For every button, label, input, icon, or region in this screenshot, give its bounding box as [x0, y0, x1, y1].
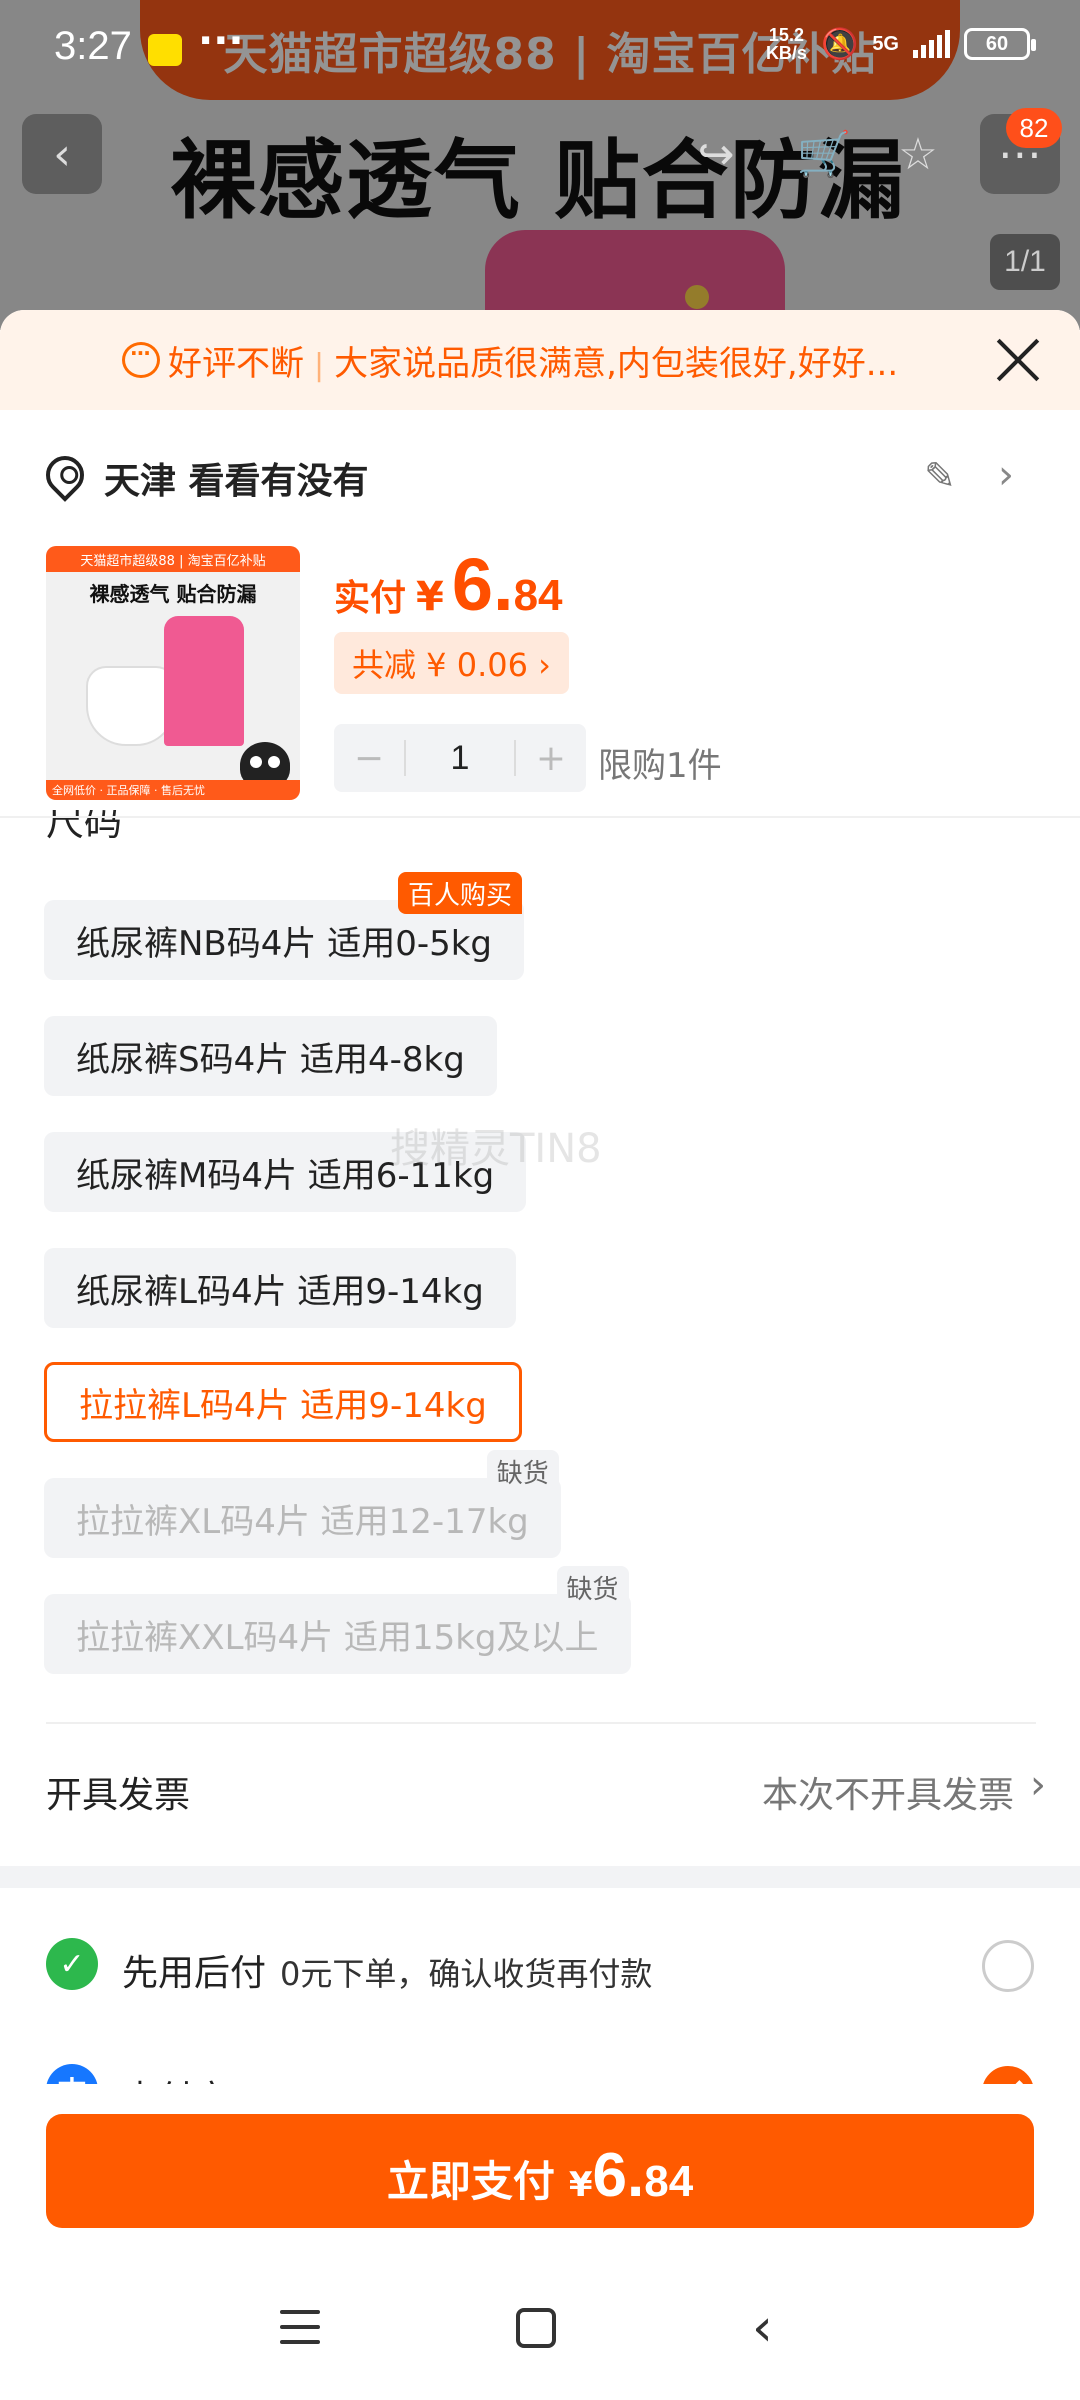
app-notification-icon: [148, 34, 182, 66]
share-button[interactable]: ↪: [676, 114, 756, 194]
sku-label: 纸尿裤NB码4片 适用0-5kg: [76, 923, 493, 964]
thumbnail-footer: 全网低价 · 正品保障 · 售后无忧: [46, 780, 300, 800]
price-label: 实付: [334, 578, 407, 619]
payment-name: 支付宝: [122, 2070, 230, 2084]
image-counter: 1/1: [990, 234, 1060, 290]
price-currency: ¥: [416, 574, 444, 620]
signal-icon: [913, 30, 950, 58]
out-of-stock-tag: 缺货: [486, 1450, 559, 1492]
payment-description: 0元下单，确认收货再付款: [280, 1955, 653, 1993]
location-pin-icon: [38, 448, 92, 502]
sku-selection-sheet: 好评不断 |大家说品质很满意,内包装很好,好好... 天津 看看有没有 ✎ › 天…: [0, 310, 1080, 2400]
pay-button-amount-decimal: 84: [644, 2157, 694, 2206]
cart-icon: 🛒: [796, 129, 852, 180]
delivery-address-row[interactable]: 天津 看看有没有 ✎ ›: [0, 440, 1080, 520]
pay-button-amount-integer: 6.: [592, 2141, 645, 2210]
mute-icon: 🔕: [820, 27, 859, 61]
divider: [0, 816, 1080, 818]
more-notifications-icon: ···: [198, 18, 244, 64]
sku-option[interactable]: 纸尿裤S码4片 适用4-8kg: [44, 1016, 497, 1096]
network-speed-value: 15.2: [768, 25, 804, 45]
product-thumbnail[interactable]: 天猫超市超级88 | 淘宝百亿补贴 裸感透气 贴合防漏 全网低价 · 正品保障 …: [46, 546, 300, 800]
recent-apps-button[interactable]: [280, 2310, 320, 2344]
edit-icon[interactable]: ✎: [924, 454, 964, 498]
battery-icon: 60: [964, 28, 1036, 60]
system-back-button[interactable]: ‹: [752, 2302, 773, 2354]
sku-label: 拉拉裤L码4片 适用9-14kg: [79, 1385, 487, 1426]
payment-option-pay-later[interactable]: ✓ 先用后付 0元下单，确认收货再付款: [0, 1924, 1080, 2004]
section-gap: [0, 1866, 1080, 1888]
diaper-image: [86, 666, 176, 746]
star-icon: ☆: [898, 128, 938, 180]
sku-label: 拉拉裤XXL码4片 适用15kg及以上: [76, 1617, 599, 1658]
pay-button-currency: ¥: [568, 2165, 593, 2205]
review-text: 好评不断 | 大家说品质很满意,内包装很好,好好...: [168, 336, 898, 385]
more-button[interactable]: ⋯ 82: [980, 108, 1062, 194]
discount-badge[interactable]: 共减 ¥ 0.06 ›: [334, 632, 569, 694]
invoice-label: 开具发票: [46, 1775, 191, 1816]
increase-button[interactable]: +: [516, 738, 586, 779]
pay-now-button[interactable]: 立即支付 ¥ 6. 84: [46, 2114, 1034, 2228]
thumbnail-title: 裸感透气 贴合防漏: [89, 582, 257, 606]
quantity-value[interactable]: 1: [404, 740, 516, 776]
final-price: 实付 ¥ 6. 84: [334, 542, 563, 627]
chevron-right-icon[interactable]: ›: [998, 452, 1014, 498]
network-speed-unit: KB/s: [765, 43, 807, 63]
status-bar: 3:27 ··· 15.2 KB/s 🔕 5G 60: [0, 0, 1080, 100]
payment-label: 先用后付 0元下单，确认收货再付款: [122, 1944, 652, 1996]
network-speed: 15.2 KB/s: [766, 26, 807, 62]
chevron-left-icon: ‹: [53, 128, 71, 180]
pay-later-icon: ✓: [46, 1938, 98, 1990]
network-type: 5G: [872, 32, 899, 55]
favorite-button[interactable]: ☆: [878, 114, 958, 194]
thumbnail-banner: 天猫超市超级88 | 淘宝百亿补贴: [46, 546, 300, 572]
sku-option[interactable]: 纸尿裤L码4片 适用9-14kg: [44, 1248, 516, 1328]
review-lead: 好评不断: [168, 343, 304, 384]
pay-button-label: 立即支付: [386, 2157, 555, 2206]
review-summary: 大家说品质很满意,内包装很好,好好...: [334, 343, 899, 384]
system-navigation-bar: ‹: [0, 2260, 1080, 2400]
purchase-limit: 限购1件: [598, 746, 722, 786]
payment-option-alipay[interactable]: 支 支付宝: [0, 2050, 1080, 2084]
chat-bubble-icon: [122, 341, 160, 378]
divider: [46, 1722, 1036, 1724]
decrease-button[interactable]: −: [334, 738, 404, 779]
sku-label: 纸尿裤L码4片 适用9-14kg: [76, 1271, 484, 1312]
close-icon[interactable]: [994, 336, 1042, 384]
product-bag-image: [164, 616, 244, 746]
review-highlight-bar[interactable]: 好评不断 |大家说品质很满意,内包装很好,好好...: [0, 310, 1080, 410]
sku-option-out-of-stock[interactable]: 拉拉裤XL码4片 适用12-17kg 缺货: [44, 1450, 561, 1558]
back-button[interactable]: ‹: [22, 114, 102, 194]
alipay-icon: 支: [46, 2064, 98, 2084]
invoice-row[interactable]: 开具发票 本次不开具发票 ›: [0, 1754, 1080, 1824]
payment-name: 先用后付: [122, 1953, 267, 1994]
share-icon: ↪: [697, 128, 735, 180]
price-decimal: 84: [513, 571, 563, 620]
sku-label: 拉拉裤XL码4片 适用12-17kg: [76, 1501, 529, 1542]
payment-radio-checked[interactable]: [982, 2066, 1034, 2084]
sku-option[interactable]: 纸尿裤NB码4片 适用0-5kg 百人购买: [44, 872, 525, 980]
delivery-address: 天津 看看有没有: [104, 461, 369, 502]
review-separator: |: [314, 347, 325, 383]
sku-option-selected[interactable]: 拉拉裤L码4片 适用9-14kg: [44, 1362, 522, 1442]
home-button[interactable]: [516, 2308, 556, 2348]
sku-label: 纸尿裤S码4片 适用4-8kg: [76, 1039, 465, 1080]
status-time: 3:27: [54, 24, 132, 68]
quantity-stepper: − 1 +: [334, 724, 586, 792]
watermark: 搜精灵TIN8: [390, 1126, 602, 1172]
cart-count-badge: 82: [1006, 108, 1062, 148]
chevron-right-icon: ›: [1030, 1762, 1046, 1808]
invoice-value: 本次不开具发票: [761, 1775, 1014, 1816]
payment-radio[interactable]: [982, 1940, 1034, 1992]
price-integer: 6.: [451, 543, 514, 626]
sku-option-out-of-stock[interactable]: 拉拉裤XXL码4片 适用15kg及以上 缺货: [44, 1566, 631, 1674]
sku-popular-tag: 百人购买: [398, 872, 523, 914]
out-of-stock-tag: 缺货: [556, 1566, 629, 1608]
cart-button[interactable]: 🛒: [784, 114, 864, 194]
